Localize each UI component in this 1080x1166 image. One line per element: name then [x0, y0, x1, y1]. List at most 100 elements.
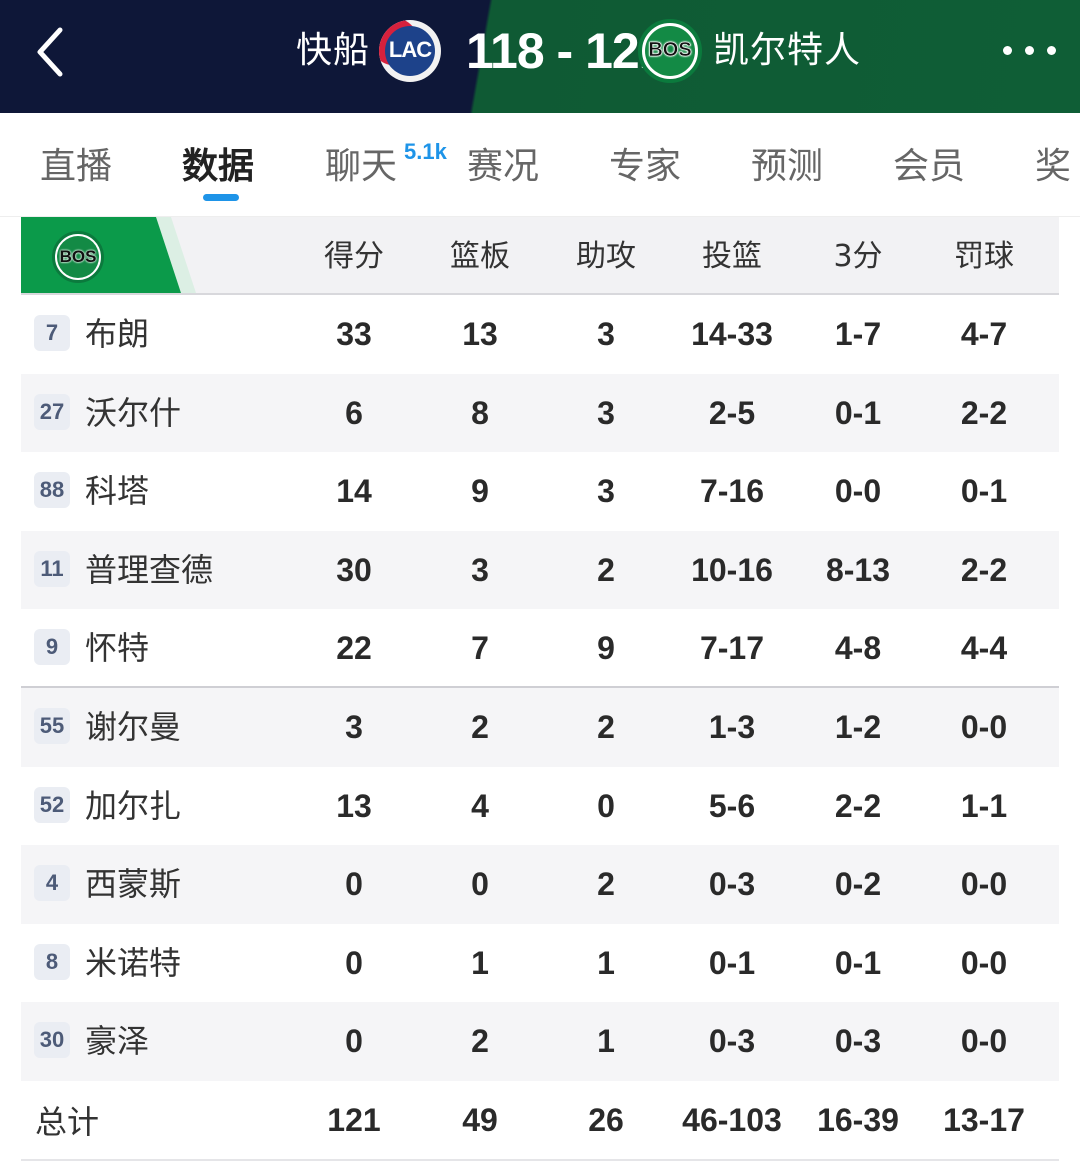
player-stat-ft: 2-2 — [960, 551, 1008, 588]
tab-experts[interactable]: 专家 — [609, 143, 681, 191]
player-stat-fg: 1-3 — [708, 708, 756, 745]
player-row[interactable]: 9 怀特 22 7 9 7-17 4-8 4-4 — [21, 609, 1059, 688]
player-name[interactable]: 普理查德 — [85, 549, 213, 591]
player-stat-fg: 7-17 — [699, 630, 765, 667]
player-name[interactable]: 加尔扎 — [85, 785, 181, 827]
player-stat-assists: 3 — [597, 394, 615, 431]
jersey-number-icon: 4 — [34, 865, 70, 902]
player-name[interactable]: 米诺特 — [85, 942, 181, 984]
player-row[interactable]: 27 沃尔什 6 8 3 2-5 0-1 2-2 — [21, 373, 1059, 453]
player-stat-points: 0 — [345, 1023, 363, 1060]
player-stat-fg: 0-3 — [708, 1023, 756, 1060]
player-row[interactable]: 7 布朗 33 13 3 14-33 1-7 4-7 — [21, 295, 1059, 374]
column-header-rebounds[interactable]: 篮板 — [420, 237, 540, 277]
column-header-assists[interactable]: 助攻 — [546, 237, 666, 277]
player-row[interactable]: 88 科塔 14 9 3 7-16 0-0 0-1 — [21, 452, 1059, 531]
player-stat-rebounds: 4 — [471, 787, 489, 824]
player-name[interactable]: 沃尔什 — [85, 392, 181, 434]
jersey-number-icon: 52 — [34, 786, 70, 823]
player-stat-3pt: 0-3 — [834, 1023, 882, 1060]
player-stat-ft: 4-4 — [960, 630, 1008, 667]
tab-stats[interactable]: 数据 — [182, 143, 254, 191]
celtics-logo-small[interactable]: BOS — [52, 231, 104, 283]
celtics-logo[interactable]: BOS — [638, 19, 702, 83]
tab-predict[interactable]: 预测 — [751, 143, 823, 191]
player-stat-3pt: 1-7 — [834, 316, 882, 352]
player-name[interactable]: 西蒙斯 — [85, 863, 181, 905]
player-stat-3pt: 0-0 — [834, 473, 882, 510]
player-stat-points: 3 — [345, 708, 363, 745]
player-stat-assists: 2 — [597, 866, 615, 903]
player-stat-3pt: 8-13 — [825, 551, 891, 588]
player-stat-fg: 14-33 — [691, 316, 773, 352]
player-stat-3pt: 4-8 — [834, 630, 882, 667]
column-header-fg[interactable]: 投篮 — [672, 237, 792, 277]
player-stat-fg: 2-5 — [708, 394, 756, 431]
column-header-ft[interactable]: 罚球 — [924, 237, 1044, 277]
player-stat-points: 0 — [345, 944, 363, 981]
column-header-3pt[interactable]: 3分 — [798, 237, 918, 277]
player-name[interactable]: 科塔 — [85, 470, 149, 512]
table-header: BOS 得分 篮板 助攻 投篮 3分 罚球 — [21, 217, 1059, 295]
player-stat-ft: 0-0 — [960, 866, 1008, 903]
tab-member[interactable]: 会员 — [893, 143, 965, 191]
total-row: 总计 121 49 26 46-103 16-39 13-17 — [21, 1081, 1059, 1161]
player-stat-fg: 0-1 — [708, 944, 756, 981]
player-row[interactable]: 55 谢尔曼 3 2 2 1-3 1-2 0-0 — [21, 687, 1059, 767]
player-row[interactable]: 30 豪泽 0 2 1 0-3 0-3 0-0 — [21, 1002, 1059, 1081]
celtics-logo-small-text: BOS — [59, 247, 97, 266]
column-header-points[interactable]: 得分 — [294, 237, 414, 277]
clippers-logo-text: LAC — [388, 37, 432, 62]
player-stat-assists: 1 — [597, 944, 615, 981]
player-stat-fg: 0-3 — [708, 866, 756, 903]
total-assists: 26 — [588, 1101, 624, 1138]
player-row[interactable]: 11 普理查德 30 3 2 10-16 8-13 2-2 — [21, 530, 1059, 610]
chevron-left-icon — [37, 27, 63, 77]
tab-chat[interactable]: 聊天 — [325, 143, 397, 191]
player-stat-ft: 1-1 — [960, 787, 1008, 824]
player-name[interactable]: 布朗 — [85, 313, 149, 355]
game-score: 118 - 121 — [466, 23, 667, 79]
player-name[interactable]: 谢尔曼 — [85, 706, 181, 748]
tab-live[interactable]: 直播 — [40, 143, 112, 191]
player-stat-3pt: 1-2 — [834, 708, 882, 745]
player-stat-points: 6 — [345, 394, 363, 431]
player-name[interactable]: 豪泽 — [85, 1020, 149, 1062]
player-stat-rebounds: 2 — [471, 708, 489, 745]
player-stat-fg: 7-16 — [699, 473, 765, 510]
more-options-button[interactable] — [995, 30, 1065, 70]
player-stat-rebounds: 9 — [471, 473, 489, 510]
player-stat-rebounds: 8 — [471, 394, 489, 431]
tab-match[interactable]: 赛况 — [467, 143, 539, 191]
player-stat-rebounds: 3 — [471, 551, 489, 588]
player-stat-3pt: 0-1 — [834, 394, 882, 431]
player-stat-rebounds: 1 — [471, 944, 489, 981]
clippers-logo[interactable]: LAC — [379, 20, 441, 82]
jersey-number-icon: 30 — [34, 1022, 70, 1059]
player-stat-ft: 4-7 — [960, 316, 1008, 352]
player-stat-rebounds: 7 — [471, 630, 489, 667]
player-stat-3pt: 2-2 — [834, 787, 882, 824]
total-points: 121 — [327, 1101, 381, 1138]
player-row[interactable]: 52 加尔扎 13 4 0 5-6 2-2 1-1 — [21, 767, 1059, 846]
player-stat-assists: 3 — [597, 316, 615, 352]
player-stat-rebounds: 0 — [471, 866, 489, 903]
player-stat-assists: 1 — [597, 1023, 615, 1060]
player-stat-points: 13 — [336, 787, 372, 824]
jersey-number-icon: 88 — [34, 472, 70, 509]
jersey-number-icon: 7 — [34, 315, 70, 351]
player-stat-assists: 0 — [597, 787, 615, 824]
total-fg: 46-103 — [682, 1101, 782, 1138]
player-row[interactable]: 8 米诺特 0 1 1 0-1 0-1 0-0 — [21, 924, 1059, 1003]
game-header: 快船 LAC 118 - 121 BOS 凯尔特人 — [0, 0, 1080, 113]
tab-prize[interactable]: 奖 — [1035, 143, 1071, 191]
player-name[interactable]: 怀特 — [85, 627, 149, 669]
back-button[interactable] — [28, 22, 76, 82]
home-team-name[interactable]: 快船 — [296, 28, 370, 74]
active-tab-indicator — [203, 194, 239, 201]
player-row[interactable]: 4 西蒙斯 0 0 2 0-3 0-2 0-0 — [21, 845, 1059, 924]
player-stat-ft: 0-0 — [960, 944, 1008, 981]
away-team-name[interactable]: 凯尔特人 — [713, 28, 861, 74]
jersey-number-icon: 11 — [34, 550, 70, 587]
total-rebounds: 49 — [462, 1101, 498, 1138]
